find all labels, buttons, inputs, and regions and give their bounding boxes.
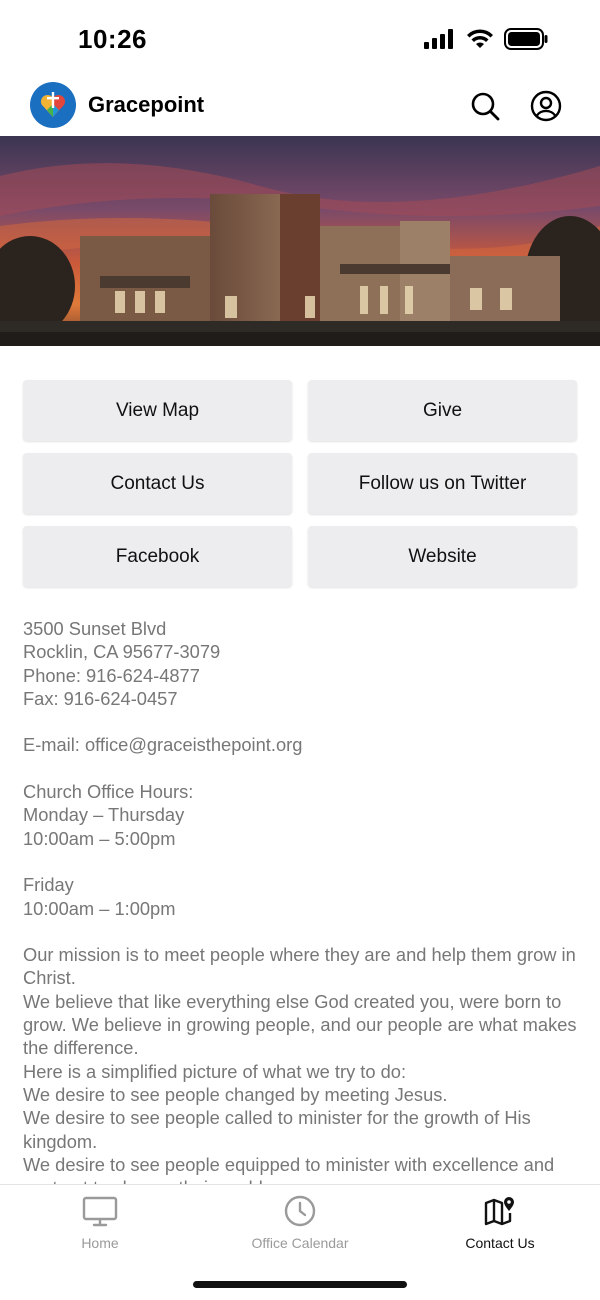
app-title: Gracepoint — [88, 92, 205, 117]
tab-office-calendar-label: Office Calendar — [251, 1235, 349, 1251]
mission-belief: We believe that like everything else God… — [23, 990, 577, 1059]
tab-home[interactable]: Home — [0, 1193, 200, 1257]
mission-point-2: We desire to see people called to minist… — [23, 1107, 531, 1152]
gracepoint-logo-icon — [30, 82, 76, 128]
church-hero-image — [0, 136, 600, 346]
search-button[interactable] — [469, 90, 501, 122]
office-hours-days-1: Monday – Thursday — [23, 804, 185, 826]
home-indicator[interactable] — [193, 1281, 407, 1288]
info-scroll-area[interactable]: 3500 Sunset Blvd Rocklin, CA 95677-3079 … — [0, 600, 600, 1184]
action-button-grid: View Map Give Contact Us Follow us on Tw… — [23, 380, 577, 587]
contact-info: 3500 Sunset Blvd Rocklin, CA 95677-3079 … — [23, 617, 583, 1184]
clock-icon — [284, 1195, 316, 1227]
facebook-button[interactable]: Facebook — [23, 526, 292, 587]
tab-home-label: Home — [81, 1235, 119, 1251]
office-hours-title: Church Office Hours: — [23, 781, 194, 803]
follow-twitter-button[interactable]: Follow us on Twitter — [308, 453, 577, 514]
signal-icon — [424, 29, 453, 49]
tab-office-calendar[interactable]: Office Calendar — [200, 1193, 400, 1257]
search-icon — [471, 92, 500, 121]
church-building-illustration — [0, 136, 600, 346]
give-button[interactable]: Give — [308, 380, 577, 441]
mission-intro: Here is a simplified picture of what we … — [23, 1060, 407, 1082]
view-map-button[interactable]: View Map — [23, 380, 292, 441]
tab-contact-us-label: Contact Us — [465, 1235, 535, 1251]
mission-point-1: We desire to see people changed by meeti… — [23, 1083, 448, 1105]
office-hours-time-1: 10:00am – 5:00pm — [23, 827, 176, 849]
account-icon — [530, 90, 562, 122]
status-time: 10:26 — [78, 24, 147, 54]
phone-number[interactable]: Phone: 916-624-4877 — [23, 664, 583, 687]
battery-icon — [504, 28, 548, 50]
status-icons — [424, 28, 548, 50]
address-line-2: Rocklin, CA 95677-3079 — [23, 641, 221, 663]
fax-number: Fax: 916-624-0457 — [23, 687, 178, 709]
tab-contact-us[interactable]: Contact Us — [400, 1193, 600, 1257]
monitor-icon — [82, 1196, 118, 1227]
email-address[interactable]: E-mail: office@graceisthepoint.org — [23, 733, 583, 756]
account-button[interactable] — [530, 90, 562, 122]
contact-us-button[interactable]: Contact Us — [23, 453, 292, 514]
app-header: Gracepoint — [0, 76, 600, 136]
map-pin-icon — [484, 1197, 514, 1226]
wifi-icon — [467, 29, 493, 48]
mission-statement: Our mission is to meet people where they… — [23, 944, 576, 989]
office-hours-time-2: 10:00am – 1:00pm — [23, 897, 176, 919]
status-bar: 10:26 — [0, 0, 600, 76]
office-hours-days-2: Friday — [23, 874, 74, 896]
address-line-1: 3500 Sunset Blvd — [23, 618, 167, 639]
mission-point-3: We desire to see people equipped to mini… — [23, 1153, 555, 1184]
website-button[interactable]: Website — [308, 526, 577, 587]
